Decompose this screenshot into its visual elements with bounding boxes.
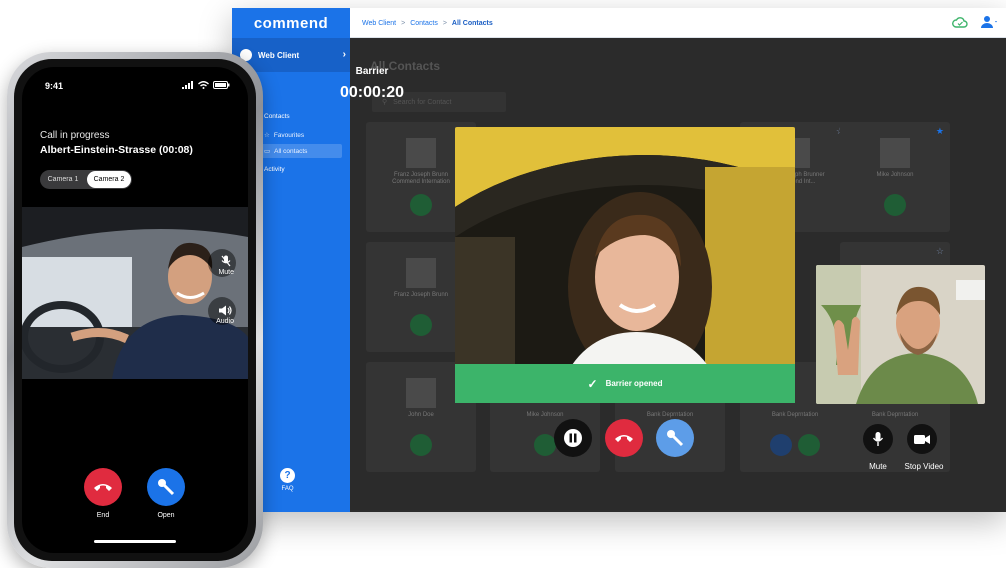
status-icons <box>182 81 230 89</box>
faq-label: FAQ <box>281 486 294 492</box>
home-indicator[interactable] <box>94 540 176 543</box>
contact-name: Mike Johnson <box>526 412 564 418</box>
breadcrumb-all-contacts: All Contacts <box>451 19 493 27</box>
phone-notch <box>83 67 187 89</box>
phone-video-feed: Mute Audio <box>22 207 248 379</box>
barrier-opened-banner: ✓ Barrier opened <box>455 364 795 403</box>
status-time: 9:41 <box>45 81 64 91</box>
chevron-right-icon: › <box>342 49 346 60</box>
marketing-composite: commend Web Client > Contacts > All Cont… <box>0 0 1006 568</box>
camera-2-tab[interactable]: Camera 2 <box>87 171 131 188</box>
hang-up-icon <box>615 435 633 442</box>
mute-label: Mute <box>218 269 234 276</box>
signal-icon <box>182 81 193 89</box>
contact-name: Bank Deprntation <box>646 412 694 418</box>
driver-man-image <box>22 207 248 379</box>
end-label: End <box>96 512 110 519</box>
mute-button[interactable] <box>863 424 893 454</box>
sidebar-item-activity[interactable]: Activity <box>264 166 285 173</box>
mute-label: Mute <box>869 462 887 471</box>
sidebar-item-label: Favourites <box>273 131 305 139</box>
contact-name: John Doe <box>408 412 434 418</box>
call-timer: 00:00:20 <box>339 84 405 101</box>
stop-video-label: Stop Video <box>904 462 944 471</box>
contact-avatar <box>406 378 436 408</box>
brand-logo: commend <box>232 8 350 38</box>
contact-avatar <box>406 138 436 168</box>
contact-card[interactable]: Mike Johnson ★ <box>840 122 950 232</box>
contacts-icon: ▭ <box>264 148 271 155</box>
sidebar-item-all-contacts[interactable]: ▭ All contacts <box>260 144 342 158</box>
audio-label: Audio <box>216 318 234 325</box>
smartphone: 9:41 Call in progress Albert-Einstein-St… <box>7 52 263 568</box>
sidebar-title: Web Client <box>258 50 300 60</box>
breadcrumb: Web Client > Contacts > All Contacts <box>362 8 493 38</box>
call-icon[interactable] <box>884 194 906 216</box>
call-icon[interactable] <box>534 434 556 456</box>
cloud-status-icon[interactable] <box>952 15 968 29</box>
driver-woman-image <box>455 127 795 403</box>
contact-name: Mike Johnson <box>876 172 914 178</box>
contact-avatar <box>406 258 436 288</box>
video-camera-icon <box>914 434 930 444</box>
camera-switcher: Camera 1 Camera 2 <box>40 170 132 189</box>
video-icon[interactable] <box>798 434 820 456</box>
self-video-feed <box>816 265 985 404</box>
faq-button[interactable]: ? FAQ <box>280 468 295 492</box>
user-account-icon[interactable] <box>980 15 998 29</box>
key-icon <box>158 479 175 496</box>
breadcrumb-web-client[interactable]: Web Client <box>362 20 396 27</box>
pause-icon <box>564 429 582 447</box>
banner-text: Barrier opened <box>605 379 663 388</box>
hang-up-icon <box>94 484 112 491</box>
wifi-icon <box>198 81 209 89</box>
phone-bezel: 9:41 Call in progress Albert-Einstein-St… <box>14 59 256 561</box>
key-icon[interactable] <box>770 434 792 456</box>
breadcrumb-contacts[interactable]: Contacts <box>410 20 438 27</box>
end-call-button[interactable] <box>605 419 643 457</box>
call-icon[interactable] <box>410 434 432 456</box>
contact-name: Bank Deprntation <box>871 412 919 418</box>
call-title: Barrier <box>355 66 389 77</box>
camera-1-tab[interactable]: Camera 1 <box>41 171 85 188</box>
battery-icon <box>213 81 230 89</box>
star-icon[interactable]: ☆ <box>936 246 944 257</box>
mute-button[interactable]: Mute <box>218 255 234 276</box>
top-bar: commend Web Client > Contacts > All Cont… <box>232 8 1006 38</box>
call-status: Call in progress <box>40 130 110 141</box>
open-label: Open <box>157 512 175 519</box>
pause-button[interactable] <box>554 419 592 457</box>
key-icon <box>667 430 684 447</box>
call-icon[interactable] <box>410 314 432 336</box>
checkmark-icon: ✓ <box>587 376 598 391</box>
end-call-button[interactable] <box>84 468 122 506</box>
open-barrier-button[interactable] <box>656 419 694 457</box>
contact-name: Bank Deprntation <box>771 412 819 418</box>
contact-avatar <box>880 138 910 168</box>
phone-screen: 9:41 Call in progress Albert-Einstein-St… <box>22 67 248 553</box>
sidebar-section-contacts[interactable]: Contacts <box>264 113 290 120</box>
star-filled-icon[interactable]: ★ <box>936 126 944 137</box>
top-icons <box>952 15 998 29</box>
audio-button[interactable]: Audio <box>216 305 234 325</box>
microphone-off-icon <box>221 255 231 267</box>
sidebar-item-favourites[interactable]: ☆ Favourites <box>264 131 305 140</box>
caller-name: Albert-Einstein-Strasse (00:08) <box>40 144 193 156</box>
speaker-icon <box>218 305 232 316</box>
main-video-feed <box>455 127 795 403</box>
chevron-right-icon: > <box>401 19 406 27</box>
star-icon: ☆ <box>264 132 270 139</box>
help-icon: ? <box>280 468 295 483</box>
open-barrier-button[interactable] <box>147 468 185 506</box>
stop-video-button[interactable] <box>907 424 937 454</box>
call-icon[interactable] <box>410 194 432 216</box>
chevron-right-icon: > <box>442 19 447 27</box>
man-waving-image <box>816 265 985 404</box>
sidebar-item-label: All contacts <box>274 147 308 155</box>
microphone-icon <box>872 432 884 446</box>
